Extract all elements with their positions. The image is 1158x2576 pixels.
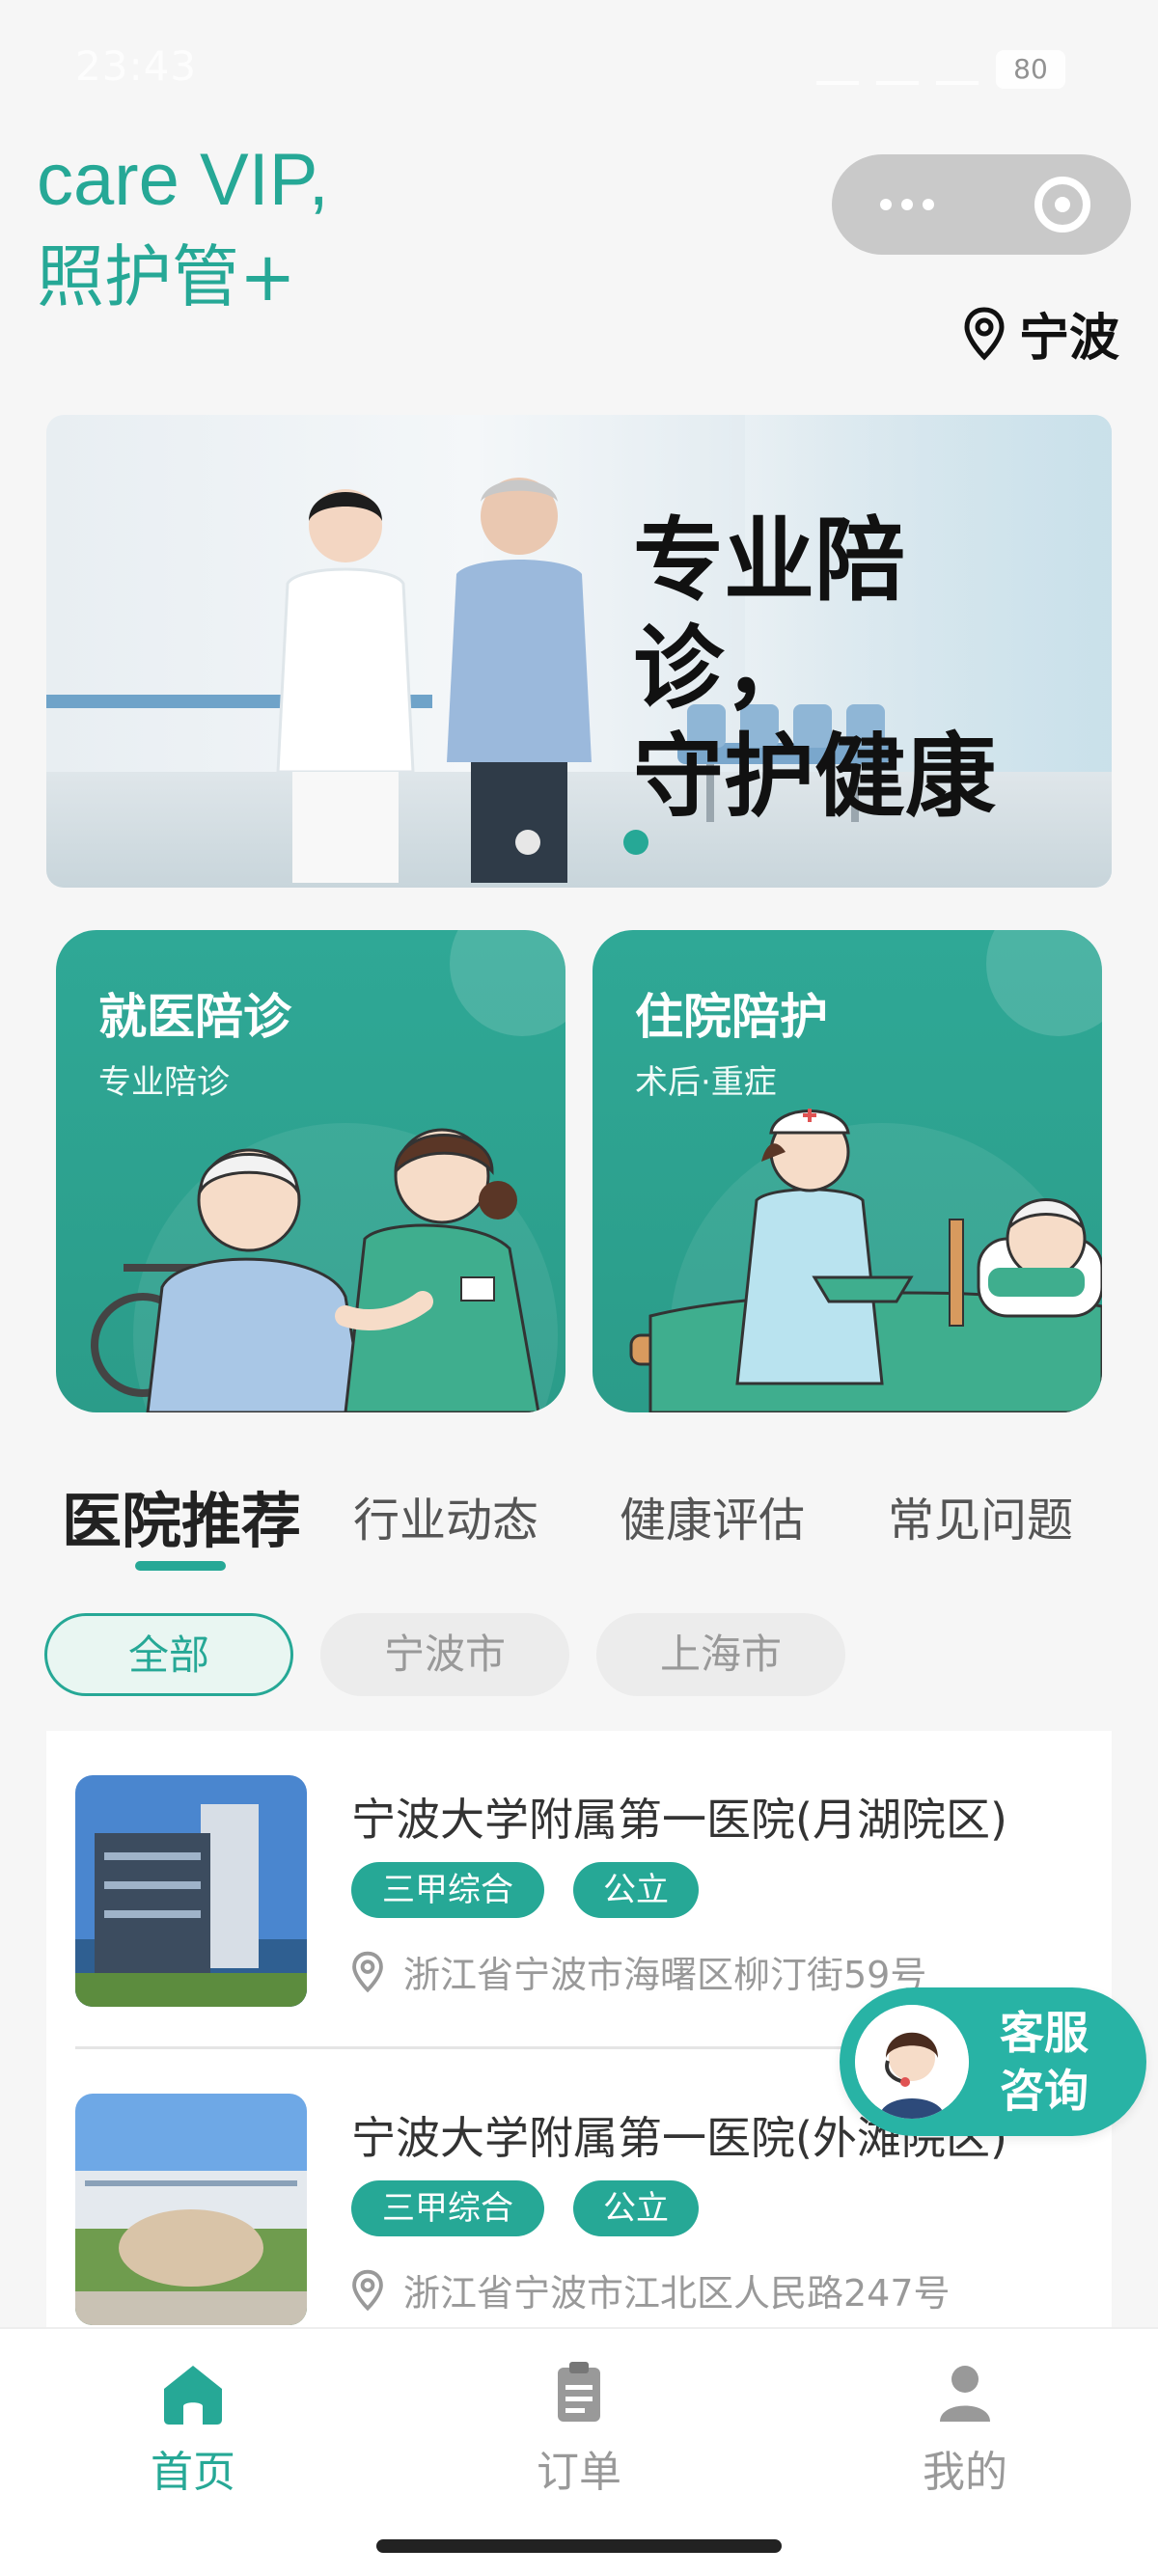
elderly-man-photo-figure (447, 478, 592, 883)
clipboard-icon (558, 2362, 600, 2422)
wifi-icon (936, 54, 979, 85)
nav-label: 订单 (537, 2448, 621, 2497)
filter-ningbo[interactable]: 宁波市 (320, 1613, 569, 1696)
close-target-icon[interactable] (1034, 177, 1090, 233)
banner-pagination (515, 830, 648, 855)
support-label-line-2: 咨询 (1000, 2065, 1089, 2117)
city-name: 宁波 (1018, 310, 1119, 368)
tab-faq[interactable]: 常见问题 (888, 1482, 1073, 1549)
signal-icon (816, 54, 859, 85)
banner-headline: 专业陪诊， 守护健康 (633, 507, 1077, 832)
home-icon (164, 2366, 222, 2425)
hospital-name: 宁波大学附属第一医院(月湖院区) (351, 1794, 1007, 1846)
service-card-hospital-care[interactable]: 住院陪护 术后·重症 (593, 930, 1102, 1412)
hospital-address: 浙江省宁波市海曙区柳汀街59号 (403, 1954, 927, 1996)
nav-home[interactable]: 首页 (96, 2358, 290, 2499)
hospital-thumbnail (75, 2094, 307, 2325)
tab-industry-news[interactable]: 行业动态 (353, 1482, 538, 1549)
service-title: 住院陪护 (635, 989, 828, 1045)
user-icon (940, 2366, 990, 2422)
support-label-line-1: 客服 (1000, 2007, 1089, 2059)
hospital-tag: 公立 (573, 2180, 699, 2236)
brand-line-2: 照护管+ (37, 237, 296, 316)
more-icon[interactable] (880, 199, 934, 210)
content-tabs: 医院推荐 行业动态 健康评估 常见问题 (62, 1472, 1104, 1578)
active-tab-indicator (135, 1561, 226, 1571)
caregiver-wheelchair-illustration (91, 1128, 540, 1412)
battery-icon: 80 (996, 50, 1065, 89)
nav-orders[interactable]: 订单 (482, 2358, 676, 2499)
location-pin-icon (964, 306, 1005, 361)
hospital-tag: 三甲综合 (351, 1862, 544, 1918)
pagination-dot[interactable] (515, 830, 540, 855)
brand-line-1: care VIP, (37, 139, 329, 221)
banner-headline-line-1: 专业陪诊， (633, 508, 906, 722)
hero-banner[interactable]: 专业陪诊， 守护健康 (46, 415, 1112, 888)
location-pin-icon (352, 2269, 383, 2311)
tab-health-assessment[interactable]: 健康评估 (620, 1482, 805, 1549)
city-selector[interactable]: 宁波 (963, 297, 1119, 370)
signal-icon (876, 54, 919, 85)
customer-service-button[interactable]: 客服 咨询 (840, 1987, 1146, 2136)
nav-label: 我的 (923, 2448, 1007, 2497)
pagination-dot-active[interactable] (623, 830, 648, 855)
status-icons: 80 (816, 50, 1065, 89)
filter-all[interactable]: 全部 (44, 1613, 293, 1696)
location-pin-icon (352, 1951, 383, 1992)
service-title: 就医陪诊 (98, 989, 291, 1045)
tab-hospital-recommend[interactable]: 医院推荐 (62, 1472, 301, 1559)
nurse-bedside-illustration (629, 1109, 1102, 1412)
mini-program-capsule (832, 154, 1131, 255)
hospital-address: 浙江省宁波市江北区人民路247号 (403, 2272, 951, 2315)
filter-shanghai[interactable]: 上海市 (596, 1613, 845, 1696)
banner-headline-line-2: 守护健康 (633, 725, 997, 830)
status-bar: 23:43 80 (0, 0, 1158, 135)
nav-profile[interactable]: 我的 (868, 2358, 1062, 2499)
status-time: 23:43 (75, 42, 198, 90)
home-indicator (376, 2539, 782, 2553)
hospital-tag: 三甲综合 (351, 2180, 544, 2236)
nav-label: 首页 (151, 2448, 235, 2497)
support-label: 客服 咨询 (1000, 2004, 1089, 2120)
brand-title: care VIP, 照护管+ (37, 137, 329, 330)
hospital-thumbnail (75, 1775, 307, 2007)
hospital-address-row: 浙江省宁波市海曙区柳汀街59号 (351, 1945, 926, 1998)
support-agent-icon (855, 2005, 969, 2119)
service-card-clinic-escort[interactable]: 就医陪诊 专业陪诊 (56, 930, 565, 1412)
hospital-tag: 公立 (573, 1862, 699, 1918)
hospital-address-row: 浙江省宁波市江北区人民路247号 (351, 2263, 951, 2316)
